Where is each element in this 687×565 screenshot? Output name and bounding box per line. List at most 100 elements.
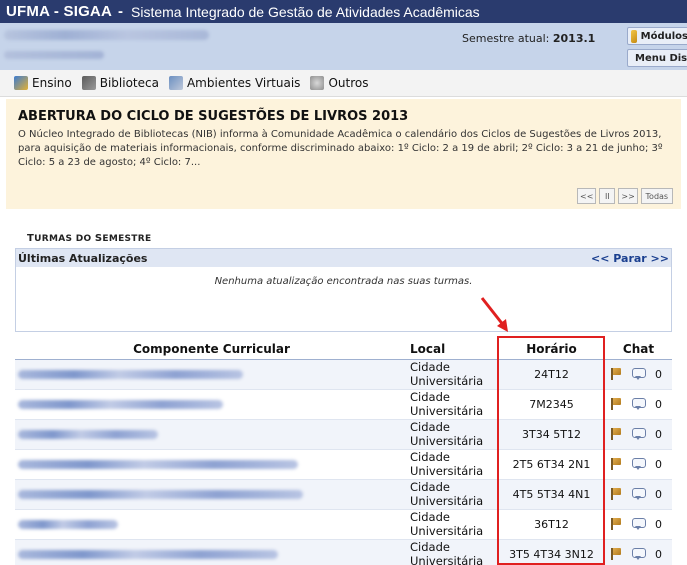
latest-updates-header: Últimas Atualizações << Parar >> <box>16 249 671 267</box>
table-row: Cidade Universitária 3T34 5T12 0 <box>15 419 672 450</box>
chat-bubble-icon[interactable] <box>631 547 647 561</box>
system-header: UFMA - SIGAA - Sistema Integrado de Gest… <box>0 0 687 23</box>
pause-notice-button[interactable]: II <box>599 188 616 204</box>
local-cell: Cidade Universitária <box>408 539 498 565</box>
chat-cell: 0 <box>605 509 672 540</box>
horario-cell: 7M2345 <box>498 389 605 420</box>
table-row: Cidade Universitária 24T12 0 <box>15 359 672 390</box>
forum-flag-icon[interactable] <box>609 517 623 531</box>
news-notice: ABERTURA DO CICLO DE SUGESTÕES DE LIVROS… <box>6 99 681 209</box>
menu-item-label: Ambientes Virtuais <box>186 76 301 90</box>
forum-flag-icon[interactable] <box>609 427 623 441</box>
table-row: Cidade Universitária 4T5 5T34 4N1 0 <box>15 479 672 510</box>
turmas-section-title: TURMAS DO SEMESTRE <box>27 233 152 244</box>
forum-flag-icon[interactable] <box>609 487 623 501</box>
modulos-label: Módulos <box>640 30 687 42</box>
menu-discente-label: Menu Discente <box>635 52 687 64</box>
chat-count: 0 <box>655 457 662 471</box>
menu-discente-button[interactable]: Menu Discente <box>627 49 687 67</box>
header-chat: Chat <box>605 340 672 360</box>
componente-cell[interactable] <box>15 449 408 480</box>
notice-body: O Núcleo Integrado de Bibliotecas (NIB) … <box>18 129 663 168</box>
previous-notice-button[interactable]: << <box>577 188 597 204</box>
local-cell: Cidade Universitária <box>408 359 498 390</box>
ensino-icon <box>14 76 28 90</box>
forum-flag-icon[interactable] <box>609 367 623 381</box>
biblioteca-icon <box>81 76 96 90</box>
semestre-atual: Semestre atual: 2013.1 <box>462 32 595 45</box>
local-cell: Cidade Universitária <box>408 389 498 420</box>
chat-cell: 0 <box>605 479 672 510</box>
table-row: Cidade Universitária 36T12 0 <box>15 509 672 540</box>
local-cell: Cidade Universitária <box>408 479 498 510</box>
chat-cell: 0 <box>605 389 672 420</box>
chat-cell: 0 <box>605 359 672 390</box>
componente-cell[interactable] <box>15 389 408 420</box>
componente-link-redacted[interactable] <box>18 370 243 379</box>
horario-cell: 36T12 <box>498 509 605 540</box>
user-name-redacted <box>4 30 209 40</box>
chat-count: 0 <box>655 397 662 411</box>
chat-count: 0 <box>655 517 662 531</box>
system-description: Sistema Integrado de Gestão de Atividade… <box>131 3 480 20</box>
horario-cell: 3T5 4T34 3N12 <box>498 539 605 565</box>
header-componente: Componente Curricular <box>15 340 408 360</box>
notice-controls: << II >> Todas <box>577 188 673 204</box>
menu-item-ensino[interactable]: Ensino <box>14 76 72 90</box>
horario-cell: 2T5 6T34 2N1 <box>498 449 605 480</box>
chat-bubble-icon[interactable] <box>631 487 647 501</box>
chat-count: 0 <box>655 427 662 441</box>
chat-count: 0 <box>655 547 662 561</box>
latest-updates-panel: Últimas Atualizações << Parar >> Nenhuma… <box>15 248 672 332</box>
componente-link-redacted[interactable] <box>18 430 158 439</box>
chat-cell: 0 <box>605 449 672 480</box>
componente-cell[interactable] <box>15 479 408 510</box>
local-cell: Cidade Universitária <box>408 509 498 540</box>
componente-link-redacted[interactable] <box>18 490 303 499</box>
chat-cell: 0 <box>605 419 672 450</box>
menu-item-label: Biblioteca <box>99 76 159 90</box>
local-cell: Cidade Universitária <box>408 419 498 450</box>
stop-updates-link[interactable]: << Parar >> <box>591 252 669 265</box>
menu-item-label: Ensino <box>32 76 72 90</box>
next-notice-button[interactable]: >> <box>618 188 638 204</box>
componente-link-redacted[interactable] <box>18 550 278 559</box>
header-horario: Horário <box>498 340 605 360</box>
system-name: UFMA - SIGAA <box>6 3 113 20</box>
componente-cell[interactable] <box>15 419 408 450</box>
modulos-button[interactable]: Módulos <box>627 27 687 45</box>
forum-flag-icon[interactable] <box>609 397 623 411</box>
componente-cell[interactable] <box>15 359 408 390</box>
user-info-bar: Semestre atual: 2013.1 <box>0 23 687 70</box>
notice-title: ABERTURA DO CICLO DE SUGESTÕES DE LIVROS… <box>18 109 409 124</box>
forum-flag-icon[interactable] <box>609 547 623 561</box>
modulos-icon <box>631 29 637 43</box>
chat-bubble-icon[interactable] <box>631 397 647 411</box>
chat-bubble-icon[interactable] <box>631 367 647 381</box>
table-row: Cidade Universitária 7M2345 0 <box>15 389 672 420</box>
chat-cell: 0 <box>605 539 672 565</box>
componente-cell[interactable] <box>15 509 408 540</box>
chat-bubble-icon[interactable] <box>631 517 647 531</box>
forum-flag-icon[interactable] <box>609 457 623 471</box>
chat-bubble-icon[interactable] <box>631 457 647 471</box>
user-detail-redacted <box>4 51 104 59</box>
componente-cell[interactable] <box>15 539 408 565</box>
all-notices-button[interactable]: Todas <box>640 188 673 204</box>
chat-count: 0 <box>655 487 662 501</box>
horario-cell: 3T34 5T12 <box>498 419 605 450</box>
outros-icon <box>310 76 325 90</box>
local-cell: Cidade Universitária <box>408 449 498 480</box>
chat-count: 0 <box>655 367 662 381</box>
header-local: Local <box>408 340 498 360</box>
latest-updates-title: Últimas Atualizações <box>18 251 148 265</box>
componente-link-redacted[interactable] <box>18 520 118 529</box>
componente-link-redacted[interactable] <box>18 460 298 469</box>
chat-bubble-icon[interactable] <box>631 427 647 441</box>
menu-item-ambientes-virtuais[interactable]: Ambientes Virtuais <box>168 76 301 90</box>
menu-item-outros[interactable]: Outros <box>310 76 368 90</box>
componente-link-redacted[interactable] <box>18 400 223 409</box>
empty-updates-message: Nenhuma atualização encontrada nas suas … <box>214 276 473 287</box>
menu-item-label: Outros <box>328 76 369 90</box>
menu-item-biblioteca[interactable]: Biblioteca <box>81 76 159 90</box>
